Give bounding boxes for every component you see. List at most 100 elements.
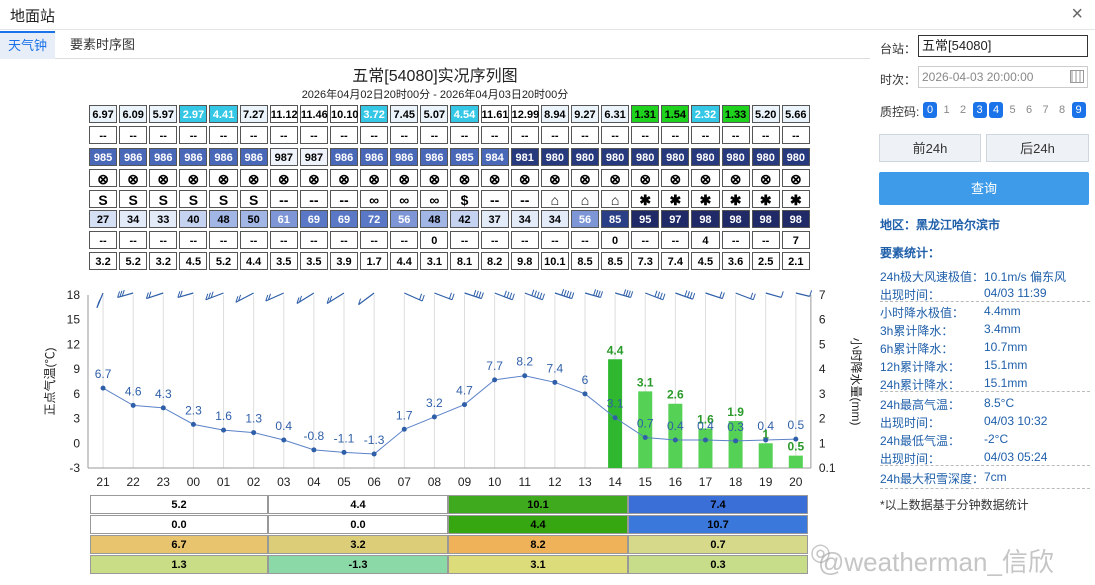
station-input[interactable]: 五常[54080] <box>918 35 1088 57</box>
wind-barb-tick <box>531 289 535 296</box>
cell-snow: -- <box>239 231 268 249</box>
qc-code[interactable]: 2 <box>956 102 970 118</box>
cell-wind: 9.8 <box>510 252 539 270</box>
precip-value-label: 0.5 <box>787 440 804 454</box>
query-button[interactable]: 查询 <box>879 172 1089 205</box>
cell-cloud: ⊗ <box>661 169 690 187</box>
hour-label: 20 <box>789 475 803 488</box>
cell-pm25: -- <box>420 126 449 144</box>
hour-label: 11 <box>519 475 532 488</box>
temp-point <box>793 436 799 442</box>
cell-pressure: 980 <box>691 148 720 166</box>
cell-pressure: 980 <box>661 148 690 166</box>
cell-pressure: 980 <box>781 148 810 166</box>
prev-24h-button[interactable]: 前24h <box>879 134 981 162</box>
close-icon[interactable]: × <box>1071 3 1083 26</box>
wind-barb-shaft <box>434 292 453 301</box>
cell-snow: -- <box>480 231 509 249</box>
precip-tick-label: 5 <box>819 337 826 351</box>
cell-wind: 3.5 <box>269 252 298 270</box>
tab-element-timeseries[interactable]: 要素时序图 <box>62 31 143 59</box>
temp-value-label: -1.1 <box>334 431 355 445</box>
cell-weather: S <box>149 190 178 208</box>
cell-pm25: -- <box>540 126 569 144</box>
qc-code[interactable]: 6 <box>1022 102 1036 118</box>
region-label: 地区：黑龙江哈尔滨市 <box>880 218 1001 232</box>
cell-pressure: 986 <box>360 148 389 166</box>
temp-point <box>672 437 678 443</box>
qc-code[interactable]: 4 <box>989 102 1003 118</box>
qc-code[interactable]: 7 <box>1039 102 1053 118</box>
temp-tick-label: 18 <box>67 288 81 302</box>
hour-label: 13 <box>578 475 592 488</box>
cell-snow: -- <box>751 231 780 249</box>
cell-visibility: 4.41 <box>209 105 238 123</box>
cell-snow: -- <box>119 231 148 249</box>
next-24h-button[interactable]: 后24h <box>986 134 1089 162</box>
cell-humidity: 37 <box>480 210 509 228</box>
hour-label: 04 <box>307 475 321 488</box>
cell-wind: 8.5 <box>570 252 600 270</box>
temp-value-label: 0.4 <box>757 419 774 433</box>
cell-pm25: -- <box>661 126 690 144</box>
wind-barb-tick <box>509 292 513 299</box>
cell-weather: ∞ <box>390 190 419 208</box>
wind-barb-shaft <box>494 292 513 301</box>
wind-barb-tick <box>654 290 658 297</box>
tab-weather-clock[interactable]: 天气钟 <box>0 31 56 59</box>
temp-point <box>401 426 407 432</box>
hour-label: 17 <box>699 475 713 488</box>
temp-tick-label: -3 <box>69 461 80 475</box>
temp-value-label: 0.3 <box>727 420 744 434</box>
temp-point <box>702 437 708 443</box>
wind-barb-tick <box>623 289 627 296</box>
wind-barb-tick <box>571 292 575 299</box>
cell-wind: 8.2 <box>480 252 509 270</box>
cell-snow: -- <box>299 231 328 249</box>
precip-tick-label: 2 <box>819 412 826 426</box>
wind-barb-tick <box>534 290 537 297</box>
hour-label: 10 <box>488 475 502 488</box>
qc-code[interactable]: 8 <box>1055 102 1069 118</box>
temp-point <box>311 447 317 453</box>
qc-code[interactable]: 9 <box>1071 102 1086 118</box>
temp-value-label: 0.5 <box>787 418 804 432</box>
wind-barb-tick <box>475 290 479 298</box>
summary-cell: 4.4 <box>448 515 628 534</box>
temp-value-label: 4.6 <box>125 384 142 398</box>
qc-code[interactable]: 0 <box>923 102 937 118</box>
cell-visibility: 9.27 <box>570 105 600 123</box>
cell-weather: ✱ <box>631 190 660 208</box>
cell-visibility: 7.45 <box>390 105 419 123</box>
temp-value-label: 3.2 <box>426 396 443 410</box>
wind-barb-tick <box>451 293 455 300</box>
hour-label: 05 <box>337 475 351 488</box>
time-input[interactable]: 2026-04-03 20:00:00 <box>918 66 1088 88</box>
wind-barb-tick <box>539 292 543 299</box>
qc-code[interactable]: 3 <box>972 102 987 118</box>
cell-cloud: ⊗ <box>631 169 660 187</box>
wind-barb-tick <box>473 289 477 297</box>
cell-weather: ✱ <box>751 190 780 208</box>
cell-humidity: 34 <box>119 210 148 228</box>
cell-pm25: -- <box>390 126 419 144</box>
cell-wind: 4.5 <box>691 252 720 270</box>
cell-cloud: ⊗ <box>299 169 328 187</box>
temp-value-label: 0.4 <box>275 419 292 433</box>
stat-key: 24h最高气温： <box>880 398 961 412</box>
window-titlebar: 地面站 × <box>0 0 1095 30</box>
summary-cell: 0.0 <box>90 515 268 534</box>
summary-cell: 3.1 <box>448 555 628 574</box>
wind-barb-tick <box>478 291 482 298</box>
cell-visibility: 11.61 <box>480 105 509 123</box>
temp-point <box>190 421 196 427</box>
wind-barb-tick <box>662 293 666 300</box>
wind-barb-tick <box>721 292 725 299</box>
qc-code[interactable]: 5 <box>1006 102 1020 118</box>
wind-barb-shaft <box>235 292 254 303</box>
temp-tick-label: 12 <box>67 337 81 351</box>
calendar-icon[interactable] <box>1070 70 1084 83</box>
qc-code[interactable]: 1 <box>940 102 954 118</box>
cell-pm25: -- <box>269 126 298 144</box>
cell-cloud: ⊗ <box>89 169 118 187</box>
